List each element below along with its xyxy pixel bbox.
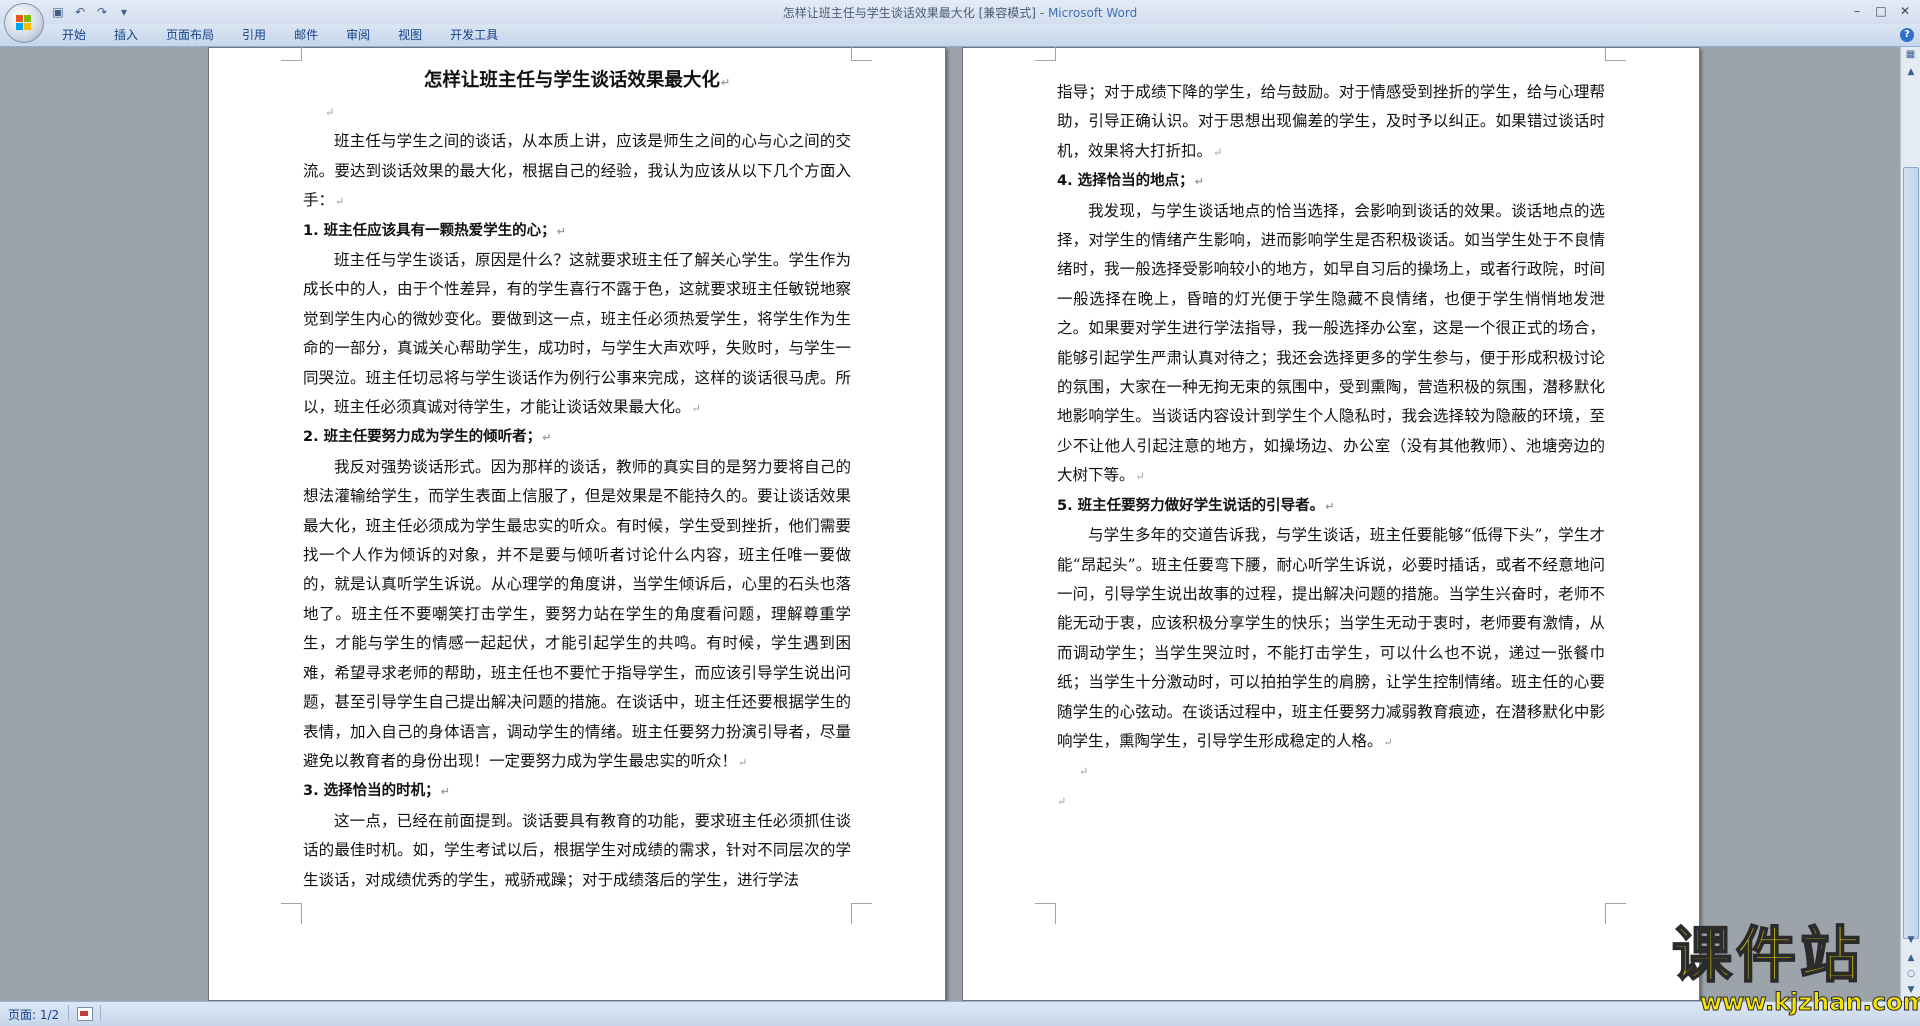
tab-page-layout[interactable]: 页面布局	[152, 24, 228, 46]
status-bar: 页面: 1/2	[0, 1001, 1920, 1026]
paragraph: 班主任与学生谈话，原因是什么？这就要求班主任了解关心学生。学生作为成长中的人，由…	[303, 251, 851, 417]
tab-view[interactable]: 视图	[384, 24, 436, 46]
paragraph: 与学生多年的交道告诉我，与学生谈话，班主任要能够“低得下头”，学生才能“昂起头”…	[1057, 526, 1605, 750]
scroll-up-arrow-icon[interactable]: ▲	[1904, 65, 1918, 79]
document-title: 怎样让班主任与学生谈话效果最大化 [兼容模式]	[782, 6, 1036, 20]
title-bar: ▣ ↶ ↷ ▾ 怎样让班主任与学生谈话效果最大化 [兼容模式] - Micros…	[0, 0, 1920, 25]
ribbon: 开始 插入 页面布局 引用 邮件 审阅 视图 开发工具 ?	[0, 24, 1920, 47]
status-separator	[68, 1005, 69, 1021]
section-heading: 3. 选择恰当的时机；↵	[303, 783, 450, 800]
page-2[interactable]: 指导；对于成绩下降的学生，给与鼓励。对于情感受到挫折的学生，给与心理帮助，引导正…	[962, 47, 1700, 1001]
crop-mark	[281, 47, 302, 61]
section-heading: 4. 选择恰当的地点；↵	[1057, 173, 1204, 190]
maximize-icon[interactable]: □	[1870, 2, 1892, 20]
view-ruler-icon[interactable]: ▦	[1904, 49, 1917, 61]
empty-paragraph: ↵	[325, 106, 335, 119]
document-area: 怎样让班主任与学生谈话效果最大化↵ ↵ 班主任与学生之间的谈话，从本质上讲，应该…	[0, 47, 1900, 1001]
close-icon[interactable]: ✕	[1894, 2, 1916, 20]
tab-review[interactable]: 审阅	[332, 24, 384, 46]
paragraph: 这一点，已经在前面提到。谈话要具有教育的功能，要求班主任必须抓住谈话的最佳时机。…	[303, 811, 851, 889]
help-icon[interactable]: ?	[1900, 28, 1914, 42]
empty-paragraph: ↵	[1057, 794, 1067, 808]
tab-mailings[interactable]: 邮件	[280, 24, 332, 46]
page-2-text: 指导；对于成绩下降的学生，给与鼓励。对于情感受到挫折的学生，给与心理帮助，引导正…	[1057, 78, 1605, 816]
status-separator	[100, 1005, 101, 1021]
section-heading: 1. 班主任应该具有一颗热爱学生的心；↵	[303, 222, 566, 239]
tab-insert[interactable]: 插入	[100, 24, 152, 46]
tab-developer[interactable]: 开发工具	[436, 24, 512, 46]
crop-mark	[1605, 903, 1626, 924]
vertical-scrollbar[interactable]: ▦ ▲ ▼ ▲ ○ ▼	[1900, 47, 1920, 1001]
office-button[interactable]	[4, 3, 44, 43]
window-title: 怎样让班主任与学生谈话效果最大化 [兼容模式] - Microsoft Word	[0, 4, 1920, 21]
window-controls: – □ ✕	[1846, 2, 1916, 20]
section-heading: 2. 班主任要努力成为学生的倾听者；↵	[303, 429, 552, 446]
crop-mark	[281, 903, 302, 924]
crop-mark	[851, 47, 872, 61]
paragraph: 我发现，与学生谈话地点的恰当选择，会影响到谈话的效果。谈话地点的选择，对学生的情…	[1057, 201, 1605, 485]
paragraph: 指导；对于成绩下降的学生，给与鼓励。对于情感受到挫折的学生，给与心理帮助，引导正…	[1057, 83, 1605, 160]
select-browse-object-icon[interactable]: ○	[1904, 967, 1918, 981]
title-separator: -	[1035, 6, 1048, 20]
tab-home[interactable]: 开始	[48, 24, 100, 46]
section-heading: 5. 班主任要努力做好学生说话的引导者。↵	[1057, 497, 1335, 514]
next-page-icon[interactable]: ▼	[1904, 983, 1918, 997]
scrollbar-thumb[interactable]	[1903, 167, 1919, 939]
empty-paragraph: ↵	[1079, 765, 1089, 779]
crop-mark	[1035, 903, 1056, 924]
minimize-icon[interactable]: –	[1846, 2, 1868, 20]
page-1-text: 怎样让班主任与学生谈话效果最大化↵ ↵ 班主任与学生之间的谈话，从本质上讲，应该…	[303, 66, 851, 895]
tab-references[interactable]: 引用	[228, 24, 280, 46]
page-count-status[interactable]: 页面: 1/2	[8, 1006, 59, 1023]
crop-mark	[851, 903, 872, 924]
app-name: Microsoft Word	[1047, 6, 1138, 20]
paragraph: 我反对强势谈话形式。因为那样的谈话，教师的真实目的是努力要将自己的想法灌输给学生…	[303, 457, 851, 770]
crop-mark	[1035, 47, 1056, 61]
page-1[interactable]: 怎样让班主任与学生谈话效果最大化↵ ↵ 班主任与学生之间的谈话，从本质上讲，应该…	[208, 47, 946, 1001]
scroll-down-arrow-icon[interactable]: ▼	[1904, 933, 1918, 947]
proofing-icon[interactable]	[77, 1007, 93, 1021]
previous-page-icon[interactable]: ▲	[1904, 951, 1918, 965]
paragraph: 班主任与学生之间的谈话，从本质上讲，应该是师生之间的心与心之间的交流。要达到谈话…	[303, 132, 851, 210]
crop-mark	[1605, 47, 1626, 61]
ribbon-tabs: 开始 插入 页面布局 引用 邮件 审阅 视图 开发工具	[48, 24, 512, 46]
document-heading: 怎样让班主任与学生谈话效果最大化↵	[423, 70, 731, 91]
office-button-icon	[16, 15, 32, 31]
